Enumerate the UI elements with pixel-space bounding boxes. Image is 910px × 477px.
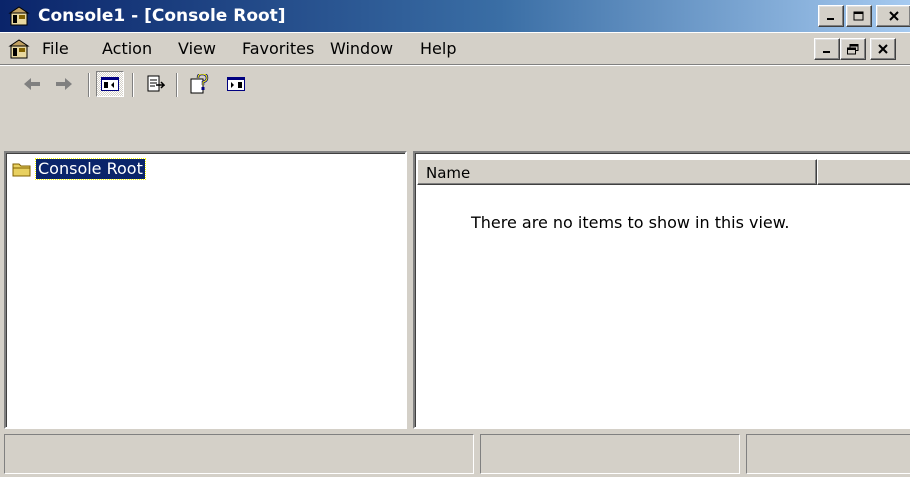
folder-icon [12,163,31,177]
title-bar[interactable]: Console1 - [Console Root] [0,0,910,32]
menu-view[interactable]: View [178,39,216,58]
toolbar-separator [88,73,90,97]
help-icon [190,74,209,94]
restore-icon [847,43,859,54]
minimize-icon [823,51,830,53]
minimize-icon [827,18,834,20]
toolbar-separator [132,73,134,97]
list-header: Name [417,159,910,185]
child-restore-button[interactable] [840,38,866,60]
status-panel-1 [4,434,474,474]
back-button[interactable] [18,71,46,97]
status-bar [0,432,910,477]
child-minimize-button[interactable] [814,38,840,60]
tree-item-label: Console Root [35,158,146,180]
tree-pane[interactable]: Console Root [4,151,407,429]
tree-item-console-root[interactable]: Console Root [12,158,146,180]
show-hide-action-pane-icon [227,77,245,91]
help-button[interactable] [186,71,214,97]
minimize-button[interactable] [818,5,844,27]
export-list-button[interactable] [142,71,170,97]
forward-arrow-icon [56,78,72,90]
empty-list-message: There are no items to show in this view. [471,213,790,232]
maximize-icon [853,11,864,21]
menu-favorites[interactable]: Favorites [242,39,314,58]
console-document-icon[interactable] [8,38,30,60]
maximize-button[interactable] [846,5,872,27]
column-header-empty[interactable] [817,159,910,185]
status-panel-2 [480,434,740,474]
menu-bar: File Action View Favorites Window Help [0,32,910,64]
status-panel-3 [746,434,910,474]
menu-help[interactable]: Help [420,39,456,58]
show-hide-tree-icon [101,77,119,91]
column-header-name[interactable]: Name [417,159,817,185]
close-icon [878,44,888,54]
menu-window[interactable]: Window [330,39,393,58]
toolbar [0,64,910,102]
toolbar-separator [176,73,178,97]
window-title: Console1 - [Console Root] [38,6,286,26]
list-pane[interactable]: Name There are no items to show in this … [413,151,910,429]
close-icon [888,11,899,21]
menu-action[interactable]: Action [102,39,152,58]
show-hide-action-pane-button[interactable] [222,71,250,97]
child-close-button[interactable] [870,38,896,60]
menu-file[interactable]: File [42,39,69,58]
export-list-icon [147,75,165,92]
forward-button[interactable] [50,71,78,97]
close-button[interactable] [876,5,910,27]
show-hide-tree-button[interactable] [96,71,124,97]
mmc-app-icon[interactable] [8,5,30,27]
back-arrow-icon [24,78,40,90]
